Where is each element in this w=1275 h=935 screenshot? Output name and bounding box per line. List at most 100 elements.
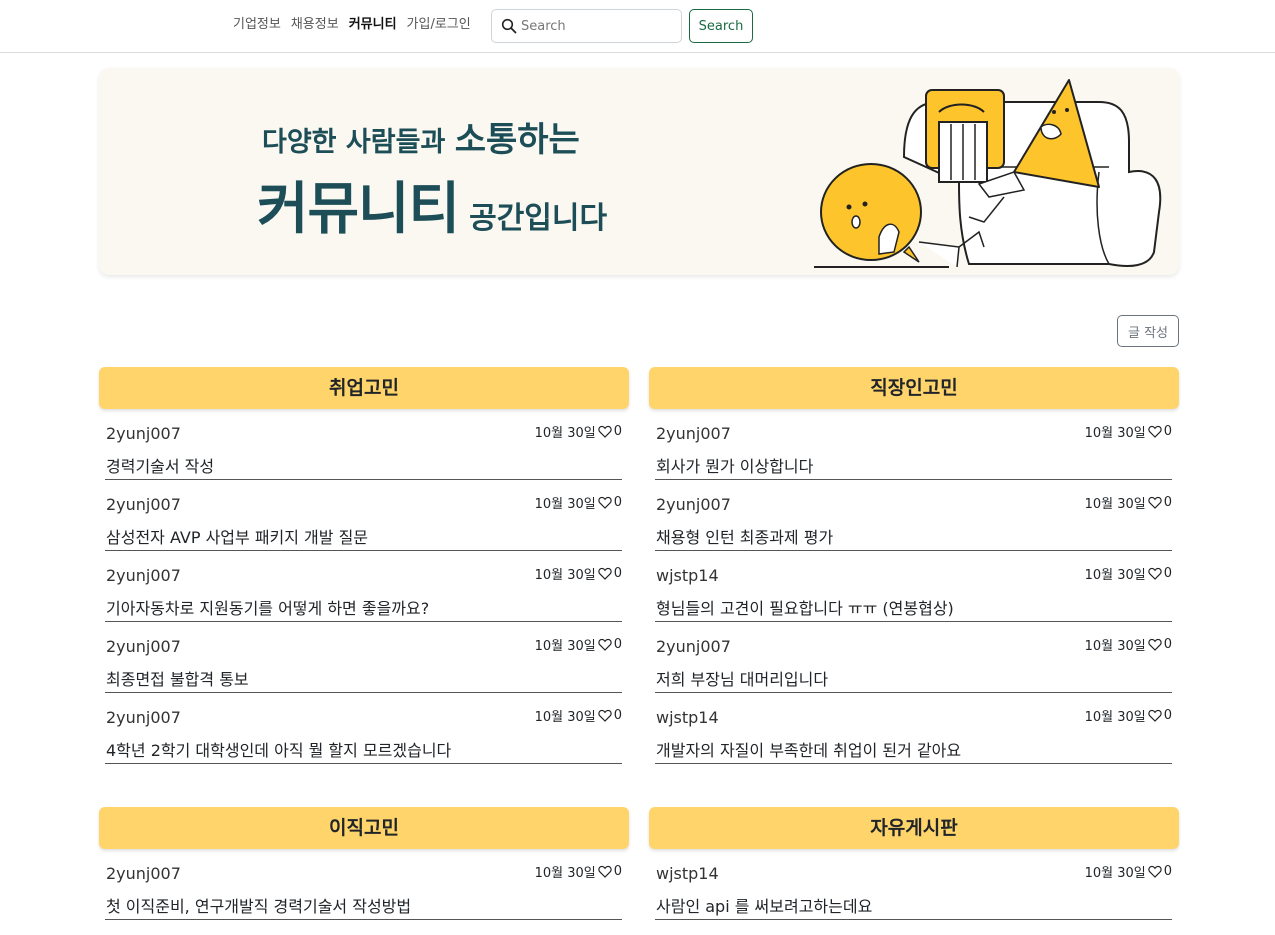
board-job-change-concerns: 이직고민 2yunj007 10월 30일 0 첫 이직준비, 연구개발직 경력기… <box>99 807 629 920</box>
post-title[interactable]: 삼성전자 AVP 사업부 패키지 개발 질문 <box>106 524 368 548</box>
post-title[interactable]: 4학년 2학기 대학생인데 아직 뭘 할지 모르겠습니다 <box>106 737 451 761</box>
post-title[interactable]: 경력기술서 작성 <box>106 453 214 477</box>
post-item[interactable]: 2yunj007 10월 30일 0 경력기술서 작성 <box>105 409 622 480</box>
post-title[interactable]: 개발자의 자질이 부족한데 취업이 된거 같아요 <box>656 737 961 761</box>
heart-icon[interactable] <box>598 865 612 878</box>
post-author: 2yunj007 <box>656 495 731 514</box>
post-item[interactable]: 2yunj007 10월 30일 0 첫 이직준비, 연구개발직 경력기술서 작성… <box>105 849 622 920</box>
nav-link-job-info[interactable]: 채용정보 <box>286 16 344 34</box>
post-date: 10월 30일 <box>534 710 596 725</box>
heart-icon[interactable] <box>1148 638 1162 651</box>
post-item[interactable]: 2yunj007 10월 30일 0 기아자동차로 지원동기를 어떻게 하면 좋을… <box>105 551 622 622</box>
post-date: 10월 30일 <box>534 639 596 654</box>
post-item[interactable]: 2yunj007 10월 30일 0 4학년 2학기 대학생인데 아직 뭘 할지 … <box>105 693 622 764</box>
community-banner: 다양한 사람들과 소통하는 커뮤니티 공간입니다 <box>99 68 1179 275</box>
post-date: 10월 30일 <box>534 568 596 583</box>
nav-link-company-info[interactable]: 기업정보 <box>228 16 286 34</box>
post-title[interactable]: 저희 부장님 대머리입니다 <box>656 666 828 690</box>
post-meta: 10월 30일 0 <box>535 706 622 725</box>
post-meta: 10월 30일 0 <box>1085 422 1172 441</box>
post-date: 10월 30일 <box>534 426 596 441</box>
post-title[interactable]: 기아자동차로 지원동기를 어떻게 하면 좋을까요? <box>106 595 429 619</box>
board-header[interactable]: 자유게시판 <box>649 807 1179 849</box>
post-item[interactable]: 2yunj007 10월 30일 0 회사가 뭔가 이상합니다 <box>655 409 1172 480</box>
post-item[interactable]: 2yunj007 10월 30일 0 최종면접 불합격 통보 <box>105 622 622 693</box>
search-button[interactable]: Search <box>689 9 753 43</box>
post-title[interactable]: 사람인 api 를 써보려고하는데요 <box>656 893 872 917</box>
post-date: 10월 30일 <box>1084 710 1146 725</box>
post-meta: 10월 30일 0 <box>535 493 622 512</box>
post-author: 2yunj007 <box>656 637 731 656</box>
post-author: 2yunj007 <box>106 424 181 443</box>
post-like-count: 0 <box>1163 637 1172 652</box>
post-like-count: 0 <box>1163 495 1172 510</box>
post-like-count: 0 <box>613 637 622 652</box>
post-item[interactable]: 2yunj007 10월 30일 0 저희 부장님 대머리입니다 <box>655 622 1172 693</box>
banner-headline-line1: 다양한 사람들과 소통하는 <box>262 112 580 161</box>
board-free: 자유게시판 wjstp14 10월 30일 0 사람인 api 를 써보려고하는데… <box>649 807 1179 920</box>
post-item[interactable]: wjstp14 10월 30일 0 사람인 api 를 써보려고하는데요 <box>655 849 1172 920</box>
banner-space-word: 공간입니다 <box>469 201 608 236</box>
post-item[interactable]: 2yunj007 10월 30일 0 채용형 인턴 최종과제 평가 <box>655 480 1172 551</box>
post-like-count: 0 <box>613 864 622 879</box>
post-like-count: 0 <box>1163 424 1172 439</box>
post-meta: 10월 30일 0 <box>535 635 622 654</box>
post-author: 2yunj007 <box>106 637 181 656</box>
top-navbar: 기업정보 채용정보 커뮤니티 가입/로그인 Search <box>0 0 1275 53</box>
board-header[interactable]: 직장인고민 <box>649 367 1179 409</box>
banner-text-large: 소통하는 <box>454 120 580 160</box>
heart-icon[interactable] <box>598 567 612 580</box>
post-like-count: 0 <box>613 566 622 581</box>
post-like-count: 0 <box>1163 566 1172 581</box>
post-date: 10월 30일 <box>1084 426 1146 441</box>
heart-icon[interactable] <box>598 638 612 651</box>
post-like-count: 0 <box>613 708 622 723</box>
post-like-count: 0 <box>613 495 622 510</box>
post-author: wjstp14 <box>656 708 719 727</box>
heart-icon[interactable] <box>1148 567 1162 580</box>
post-meta: 10월 30일 0 <box>1085 862 1172 881</box>
post-author: 2yunj007 <box>106 566 181 585</box>
post-meta: 10월 30일 0 <box>1085 706 1172 725</box>
post-item[interactable]: wjstp14 10월 30일 0 개발자의 자질이 부족한데 취업이 된거 같아… <box>655 693 1172 764</box>
heart-icon[interactable] <box>1148 865 1162 878</box>
nav-link-signup-login[interactable]: 가입/로그인 <box>402 16 476 34</box>
post-title[interactable]: 최종면접 불합격 통보 <box>106 666 249 690</box>
nav-links: 기업정보 채용정보 커뮤니티 가입/로그인 <box>228 16 476 34</box>
heart-icon[interactable] <box>1148 709 1162 722</box>
heart-icon[interactable] <box>1148 425 1162 438</box>
post-like-count: 0 <box>1163 708 1172 723</box>
post-meta: 10월 30일 0 <box>535 564 622 583</box>
heart-icon[interactable] <box>598 425 612 438</box>
heart-icon[interactable] <box>598 709 612 722</box>
banner-illustration <box>814 79 1162 268</box>
post-meta: 10월 30일 0 <box>1085 564 1172 583</box>
post-title[interactable]: 첫 이직준비, 연구개발직 경력기술서 작성방법 <box>106 893 411 917</box>
board-header[interactable]: 이직고민 <box>99 807 629 849</box>
banner-community-word: 커뮤니티 <box>257 177 460 242</box>
banner-headline-line2: 커뮤니티 공간입니다 <box>257 164 607 245</box>
post-item[interactable]: 2yunj007 10월 30일 0 삼성전자 AVP 사업부 패키지 개발 질문 <box>105 480 622 551</box>
post-item[interactable]: wjstp14 10월 30일 0 형님들의 고견이 필요합니다 ㅠㅠ (연봉협상… <box>655 551 1172 622</box>
heart-icon[interactable] <box>1148 496 1162 509</box>
post-like-count: 0 <box>613 424 622 439</box>
board-job-concerns: 취업고민 2yunj007 10월 30일 0 경력기술서 작성 2yunj007… <box>99 367 629 764</box>
post-date: 10월 30일 <box>1084 497 1146 512</box>
search-icon <box>501 18 517 34</box>
post-author: 2yunj007 <box>656 424 731 443</box>
post-author: 2yunj007 <box>106 864 181 883</box>
post-meta: 10월 30일 0 <box>535 422 622 441</box>
post-date: 10월 30일 <box>1084 639 1146 654</box>
post-title[interactable]: 회사가 뭔가 이상합니다 <box>656 453 813 477</box>
board-worker-concerns: 직장인고민 2yunj007 10월 30일 0 회사가 뭔가 이상합니다 2yu… <box>649 367 1179 764</box>
post-title[interactable]: 채용형 인턴 최종과제 평가 <box>656 524 833 548</box>
post-title[interactable]: 형님들의 고견이 필요합니다 ㅠㅠ (연봉협상) <box>656 595 954 619</box>
write-post-button[interactable]: 글 작성 <box>1117 315 1179 347</box>
heart-icon[interactable] <box>598 496 612 509</box>
post-date: 10월 30일 <box>1084 568 1146 583</box>
board-header[interactable]: 취업고민 <box>99 367 629 409</box>
nav-link-community[interactable]: 커뮤니티 <box>344 16 402 34</box>
post-meta: 10월 30일 0 <box>1085 493 1172 512</box>
search-field[interactable] <box>491 9 682 43</box>
search-input[interactable] <box>521 10 679 42</box>
